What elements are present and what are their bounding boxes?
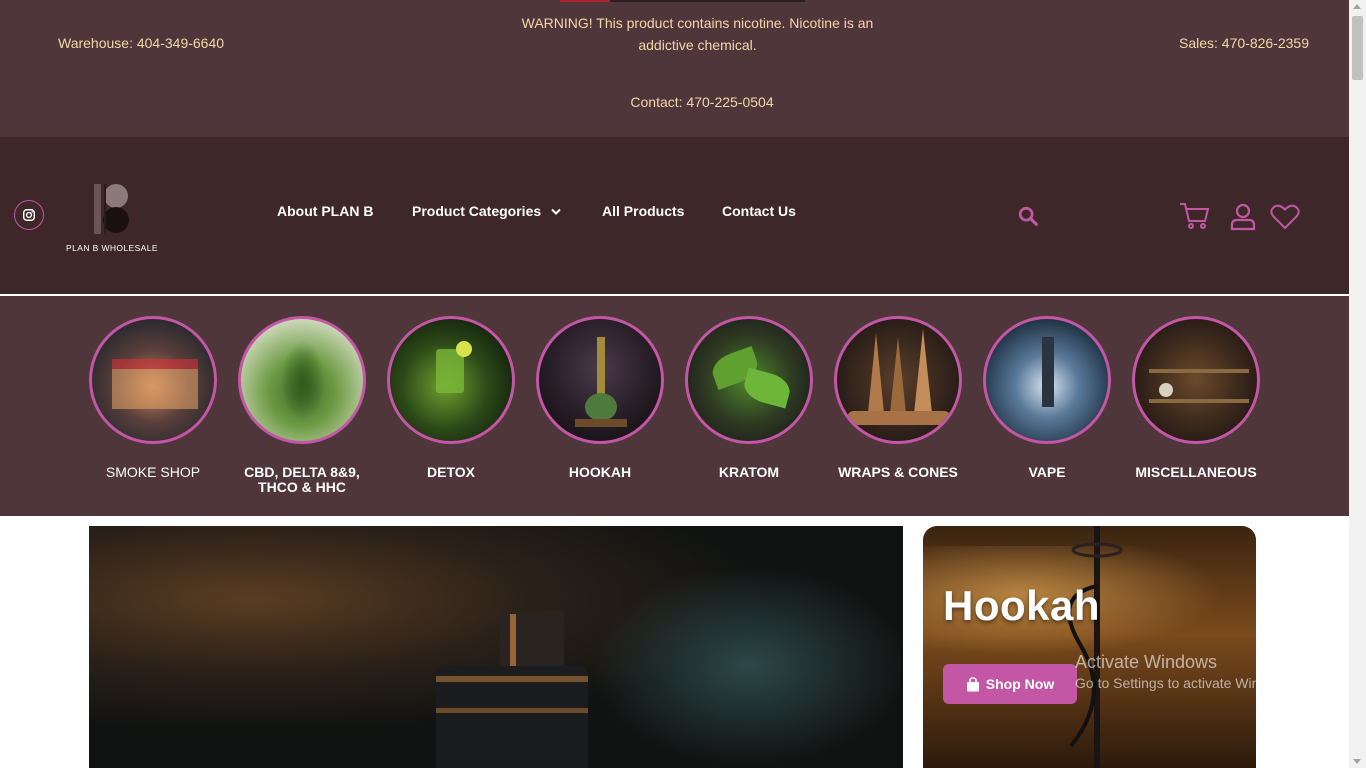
nav-contact-us[interactable]: Contact Us (722, 203, 796, 219)
category-image (536, 316, 664, 444)
instagram-link[interactable] (14, 200, 44, 230)
category-image (834, 316, 962, 444)
top-accent-line (560, 0, 805, 2)
site-logo[interactable]: PLAN B WHOLESALE (66, 179, 158, 255)
warehouse-phone[interactable]: Warehouse: 404-349-6640 (58, 35, 224, 51)
category-image (983, 316, 1111, 444)
promo-title: Hookah (943, 582, 1101, 629)
nicotine-warning: WARNING! This product contains nicotine.… (521, 15, 874, 53)
scroll-up-arrow-icon[interactable] (1353, 4, 1361, 9)
nav-about[interactable]: About PLAN B (277, 203, 373, 219)
nav-product-categories-label: Product Categories (412, 203, 542, 219)
category-label: DETOX (427, 464, 475, 480)
watermark-subtitle: Go to Settings to activate Windows. (1075, 675, 1296, 691)
category-label: CBD, DELTA 8&9, THCO & HHC (244, 464, 360, 495)
logo-mark (94, 184, 129, 234)
top-info-bar: Warehouse: 404-349-6640 WARNING! This pr… (0, 0, 1349, 137)
shop-now-label: Shop Now (985, 676, 1055, 692)
watermark-title: Activate Windows (1075, 652, 1218, 672)
scrollbar-thumb[interactable] (1352, 16, 1363, 80)
sales-phone[interactable]: Sales: 470-826-2359 (1179, 35, 1309, 51)
search-icon[interactable] (1017, 205, 1039, 227)
user-icon[interactable] (1230, 203, 1256, 231)
category-kratom[interactable]: KRATOM (679, 316, 819, 480)
category-detox[interactable]: DETOX (381, 316, 521, 480)
category-label: MISCELLANEOUS (1135, 464, 1257, 480)
category-label: WRAPS & CONES (838, 464, 958, 480)
category-miscellaneous[interactable]: MISCELLANEOUS (1126, 316, 1266, 480)
instagram-icon (23, 209, 35, 221)
category-hookah[interactable]: HOOKAH (530, 316, 670, 480)
cart-icon[interactable] (1178, 201, 1210, 231)
category-vape[interactable]: VAPE (977, 316, 1117, 480)
contact-phone[interactable]: Contact: 470-225-0504 (0, 94, 1366, 110)
hookah-image (1067, 526, 1123, 768)
shopping-bag-icon (966, 676, 979, 691)
category-cbd[interactable]: CBD, DELTA 8&9, THCO & HHC (232, 316, 372, 495)
heart-icon[interactable] (1270, 204, 1300, 230)
nav-all-products[interactable]: All Products (602, 203, 684, 219)
category-label: SMOKE SHOP (105, 464, 201, 480)
smoke-background (589, 566, 903, 766)
vape-product-image (436, 610, 588, 768)
category-image (238, 316, 366, 444)
category-image (685, 316, 813, 444)
category-image (89, 316, 217, 444)
category-image (1132, 316, 1260, 444)
windows-activation-watermark: Activate Windows Go to Settings to activ… (1075, 652, 1296, 691)
category-image (387, 316, 515, 444)
category-label: KRATOM (718, 464, 780, 480)
scroll-down-arrow-icon[interactable] (1353, 759, 1361, 764)
shop-now-button[interactable]: Shop Now (943, 664, 1077, 704)
chevron-down-icon (551, 209, 561, 216)
category-smoke-shop[interactable]: SMOKE SHOP (83, 316, 223, 480)
vertical-scrollbar[interactable] (1349, 0, 1366, 768)
hookah-promo-card[interactable]: Hookah Shop Now (923, 526, 1256, 768)
category-label: VAPE (1028, 464, 1066, 480)
category-wraps-cones[interactable]: WRAPS & CONES (828, 316, 968, 480)
logo-text: PLAN B WHOLESALE (66, 243, 158, 253)
category-strip: SMOKE SHOP CBD, DELTA 8&9, THCO & HHC DE… (0, 296, 1349, 516)
hero-banner[interactable] (89, 526, 903, 768)
category-label: HOOKAH (568, 464, 632, 480)
nav-product-categories[interactable]: Product Categories (412, 203, 561, 219)
site-header: PLAN B WHOLESALE About PLAN B Product Ca… (0, 137, 1349, 295)
